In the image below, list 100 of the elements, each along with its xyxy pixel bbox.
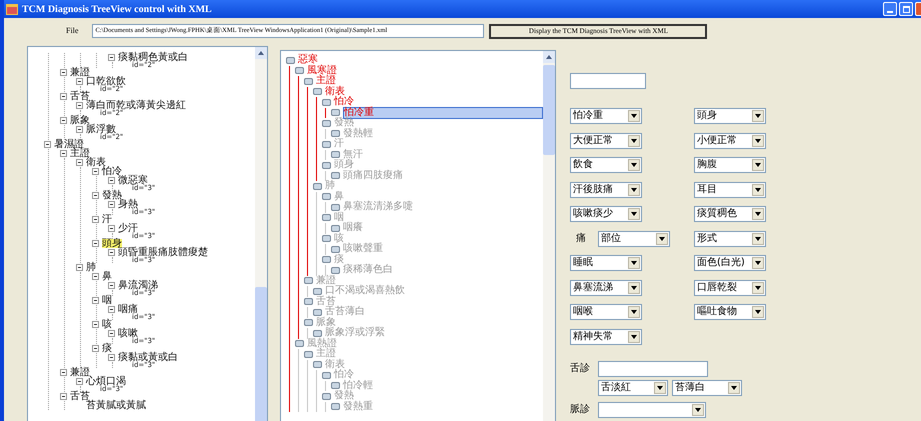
collapse-icon[interactable] [60,69,67,76]
scroll-up-button[interactable] [255,47,267,59]
tree-node-label[interactable]: 咽痛 [118,305,138,314]
dropdown[interactable]: 耳目 [694,182,766,198]
dropdown[interactable]: 咽喉 [570,304,642,320]
dropdown[interactable]: 胸腹 [694,157,766,173]
collapse-icon[interactable] [60,93,67,100]
dropdown[interactable]: 睡眠 [570,255,642,271]
tree-node-label[interactable]: 脈浮數 [86,125,116,134]
collapse-icon[interactable] [92,240,99,247]
dropdown[interactable]: 飲食 [570,157,642,173]
collapse-icon[interactable] [108,177,115,184]
node-icon [322,235,331,242]
tree-node-label[interactable]: 發熱 [102,191,122,200]
tree-node-label[interactable]: 主證 [316,76,336,86]
node-icon [304,277,313,284]
dropdown[interactable]: 形式 [694,230,766,246]
tree-node-label[interactable]: 苔黃膩或黃膩 [86,401,146,410]
tree-node-label[interactable]: 痰黏稠色黃或白 [118,53,188,62]
tree-node-label[interactable]: 兼證 [70,368,90,377]
collapse-icon[interactable] [108,54,115,61]
maximize-button[interactable] [899,2,913,16]
tree-node-label[interactable]: 頭昏重脹痛肢體痠楚 [118,248,208,257]
dropdown[interactable]: 口唇乾裂 [694,280,766,296]
close-button[interactable] [915,2,921,16]
collapse-icon[interactable] [76,159,83,166]
dropdown[interactable]: 頭身 [694,108,766,124]
collapse-icon[interactable] [76,78,83,85]
tree-node-label[interactable]: 咳 [102,320,112,329]
tree-node-label[interactable]: 風寒證 [307,66,337,76]
tree-node-label[interactable]: 痰黏或黃或白 [118,353,178,362]
tree-node-label[interactable]: 痰 [102,344,112,353]
tree-node-label[interactable]: 微惡寒 [118,176,148,185]
tree-node-label[interactable]: 舌苔 [70,92,90,101]
dropdown[interactable]: 舌淡紅 [598,380,668,396]
scrollbar[interactable] [543,51,555,421]
dropdown[interactable]: 苔薄白 [672,380,742,396]
tree-node-label[interactable]: 衛表 [325,86,345,97]
collapse-icon[interactable] [92,297,99,304]
node-icon [331,266,340,274]
tree-node-label[interactable]: 鼻流濁涕 [118,281,158,290]
collapse-icon[interactable] [92,345,99,352]
tree-node-label[interactable]: 咽 [102,296,112,305]
scroll-thumb[interactable] [543,65,555,155]
dropdown[interactable]: 痰質稠色 [694,206,766,222]
tree-node-label[interactable]: 鼻 [102,272,112,281]
dropdown[interactable]: 精神失常 [570,328,642,344]
text-field[interactable] [570,73,646,89]
collapse-icon[interactable] [60,369,67,376]
tree-node-label[interactable]: 肺 [86,263,96,272]
collapse-icon[interactable] [92,321,99,328]
scroll-thumb[interactable] [255,287,267,421]
scroll-up-button[interactable] [543,51,555,63]
tree-node-label[interactable]: 兼證 [70,68,90,77]
dropdown[interactable]: 怕冷重 [570,108,642,124]
tree-node-label[interactable]: 主證 [70,149,90,158]
dropdown[interactable]: 大便正常 [570,132,642,148]
tree-node-label[interactable]: 薄白而乾或薄黃尖邊紅 [86,101,186,110]
tree-node-label[interactable]: 惡寒 [298,55,318,66]
scrollbar[interactable] [255,47,267,421]
tree-node-label[interactable]: 少汗 [118,224,138,233]
collapse-icon[interactable] [76,102,83,109]
tree-node-label[interactable]: 暑濕證 [54,140,84,149]
tongue-text-field[interactable] [598,360,708,376]
collapse-icon[interactable] [108,306,115,313]
tree-node-label[interactable]: 身熱 [118,200,138,209]
dropdown[interactable]: 小便正常 [694,132,766,148]
collapse-icon[interactable] [44,141,51,148]
tree-node-label[interactable]: 口乾欲飲 [86,77,126,86]
collapse-icon[interactable] [60,150,67,157]
collapse-icon[interactable] [76,126,83,133]
node-icon [304,350,313,358]
tree-node-label[interactable]: 頭身 [102,239,122,248]
collapse-icon[interactable] [108,282,115,289]
dropdown[interactable] [598,402,706,418]
tree-node-label[interactable]: 咳嗽 [118,329,138,338]
dropdown[interactable]: 汗後肢痛 [570,182,642,198]
collapse-icon[interactable] [108,201,115,208]
tree-node-label[interactable]: 舌苔 [70,392,90,401]
collapse-icon[interactable] [92,216,99,223]
collapse-icon[interactable] [108,249,115,256]
minimize-button[interactable] [883,2,897,16]
dropdown[interactable]: 嘔吐食物 [694,304,766,320]
collapse-icon[interactable] [60,117,67,124]
collapse-icon[interactable] [108,330,115,337]
collapse-icon[interactable] [108,354,115,361]
collapse-icon[interactable] [76,264,83,271]
tree-node-label[interactable]: 衛表 [86,158,106,167]
dropdown[interactable]: 面色(白光) [694,255,766,271]
collapse-icon[interactable] [60,393,67,400]
tree-node-label[interactable]: 心煩口渴 [86,377,126,386]
collapse-icon[interactable] [108,225,115,232]
tree-node-label[interactable]: 怕冷 [102,167,122,176]
collapse-icon[interactable] [92,192,99,199]
tree-node-label[interactable]: 脈象 [70,116,90,125]
collapse-icon[interactable] [92,273,99,280]
tree-node-label[interactable]: 怕冷 [334,97,354,108]
collapse-icon[interactable] [92,168,99,175]
collapse-icon[interactable] [76,378,83,385]
tree-node-label[interactable]: 汗 [102,215,112,224]
